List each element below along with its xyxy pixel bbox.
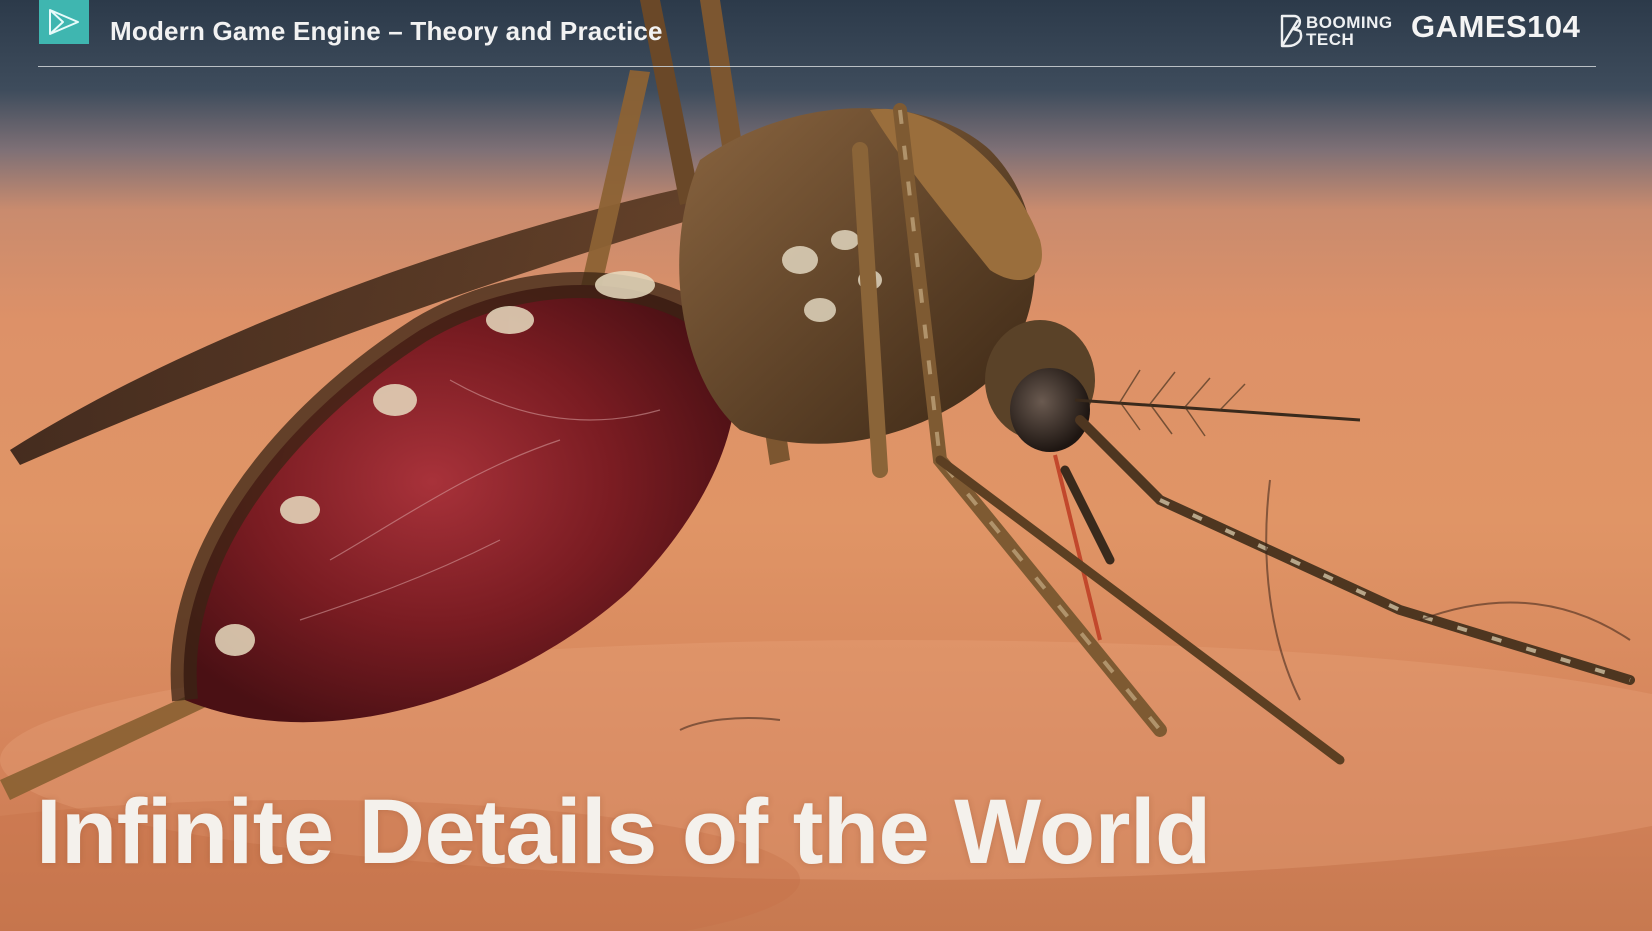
booming-line-1: BOOMING <box>1306 13 1393 32</box>
booming-tech-text: BOOMING TECH <box>1306 14 1393 48</box>
play-icon <box>49 9 79 35</box>
course-title: Modern Game Engine – Theory and Practice <box>110 16 663 46</box>
slide: Modern Game Engine – Theory and Practice… <box>0 0 1652 931</box>
booming-mark-icon <box>1280 14 1303 48</box>
games104-logo: GAMES104 <box>1411 9 1581 44</box>
slide-header: Modern Game Engine – Theory and Practice… <box>0 0 1652 70</box>
slide-title: Infinite Details of the World <box>36 781 1211 883</box>
header-divider <box>38 66 1596 67</box>
course-logo <box>39 0 89 44</box>
booming-line-2: TECH <box>1306 30 1355 49</box>
booming-tech-logo: BOOMING TECH <box>1278 14 1396 48</box>
